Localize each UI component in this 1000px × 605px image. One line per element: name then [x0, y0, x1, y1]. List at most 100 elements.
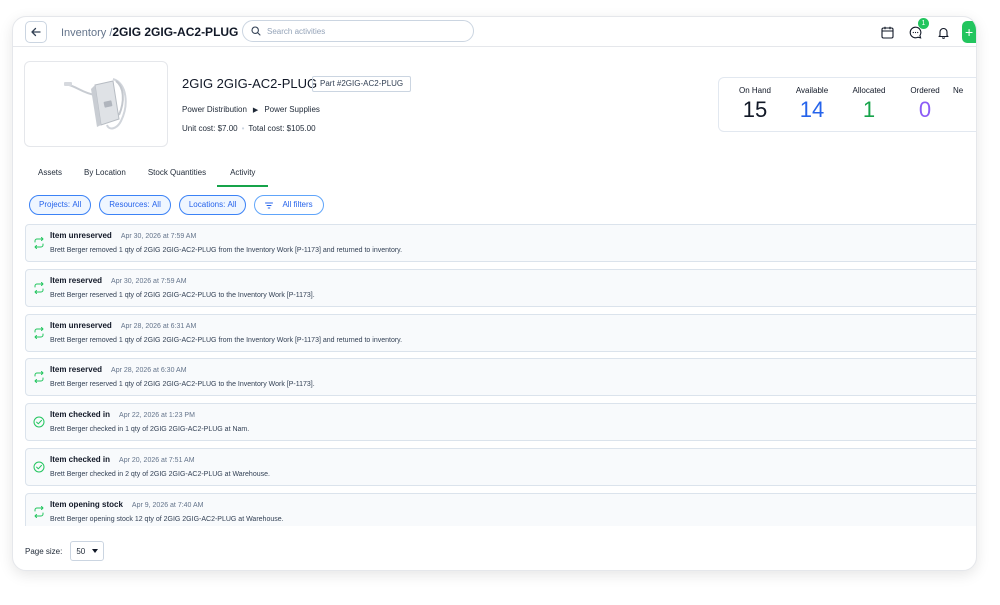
list-item: Item checked in Apr 22, 2026 at 1:23 PM B…	[25, 403, 976, 442]
tab-by-location[interactable]: By Location	[73, 165, 137, 187]
activity-time: Apr 9, 2026 at 7:40 AM	[131, 501, 204, 509]
activity-description: Brett Berger reserved 1 qty of 2GIG 2GIG…	[50, 291, 315, 299]
activity-title: Item checked in	[50, 454, 111, 464]
check-circle-icon	[33, 461, 45, 473]
stat-label: Ne	[953, 86, 964, 95]
stat-value: 15	[742, 97, 768, 122]
notifications-button[interactable]	[934, 23, 952, 41]
activity-time: Apr 22, 2026 at 1:23 PM	[119, 412, 195, 420]
filter-value: All	[72, 200, 82, 209]
activity-time: Apr 30, 2026 at 7:59 AM	[111, 277, 187, 285]
breadcrumb: Inventory /2GIG 2GIG-AC2-PLUG	[61, 25, 238, 39]
activity-description: Brett Berger checked in 2 qty of 2GIG 2G…	[50, 470, 270, 478]
stat-on-hand: On Hand 15	[725, 78, 785, 123]
back-button[interactable]	[25, 21, 47, 43]
projects-filter[interactable]: Projects: All	[29, 195, 92, 215]
swap-icon	[34, 281, 44, 294]
swap-icon	[34, 505, 44, 518]
all-filters-button[interactable]: All filters	[254, 195, 324, 215]
stat-allocated: Allocated 1	[839, 78, 899, 123]
tab-activity[interactable]: Activity	[217, 165, 269, 187]
list-item: Item reserved Apr 28, 2026 at 6:30 AM Bre…	[25, 358, 976, 397]
cost-summary: Unit cost: $7.00 • Total cost: $105.00	[182, 124, 316, 133]
check-circle-icon	[33, 416, 45, 428]
calendar-icon	[880, 26, 894, 39]
app-window: Inventory /2GIG 2GIG-AC2-PLUG 1 +	[12, 16, 977, 571]
stat-value: 1	[862, 97, 876, 122]
activity-time: Apr 20, 2026 at 7:51 AM	[119, 456, 195, 464]
filter-label: Locations:	[188, 200, 226, 209]
all-filters-label: All filters	[282, 200, 313, 209]
search-input[interactable]	[267, 26, 457, 36]
power-adapter-image	[64, 78, 127, 130]
filter-bar: Projects: All Resources: All Locations: …	[29, 195, 332, 215]
activity-time: Apr 28, 2026 at 6:31 AM	[120, 322, 197, 330]
arrow-left-icon	[31, 27, 41, 37]
product-image	[24, 61, 168, 147]
stat-truncated: Ne	[953, 78, 976, 97]
list-item: Item unreserved Apr 28, 2026 at 6:31 AM B…	[25, 313, 976, 352]
calendar-button[interactable]	[878, 23, 896, 41]
category-path: Power Distribution ▶ Power Supplies	[182, 105, 320, 114]
activity-title: Item reserved	[50, 365, 103, 375]
resources-filter[interactable]: Resources: All	[99, 195, 171, 215]
stat-label: Available	[795, 86, 829, 95]
activity-title: Item reserved	[50, 275, 103, 285]
category-label: Power Distribution	[182, 105, 247, 114]
activity-title: Item unreserved	[50, 320, 112, 330]
list-item: Item reserved Apr 30, 2026 at 7:59 AM Bre…	[25, 268, 976, 307]
search-icon	[251, 26, 261, 36]
activity-time: Apr 30, 2026 at 7:59 AM	[120, 233, 197, 240]
breadcrumb-current: 2GIG 2GIG-AC2-PLUG	[112, 25, 239, 39]
list-item: Item checked in Apr 20, 2026 at 7:51 AM B…	[25, 447, 976, 486]
page-size-control: Page size: 50	[25, 541, 105, 561]
activity-description: Brett Berger reserved 1 qty of 2GIG 2GIG…	[50, 381, 315, 389]
swap-icon	[34, 237, 44, 249]
activity-description: Brett Berger removed 1 qty of 2GIG 2GIG-…	[50, 336, 403, 344]
locations-filter[interactable]: Locations: All	[178, 195, 247, 215]
filter-value: All	[151, 200, 161, 209]
stat-ordered: Ordered 0	[895, 78, 955, 123]
filter-value: All	[227, 200, 237, 209]
search-box[interactable]	[242, 20, 474, 42]
page-size-select[interactable]: 50	[70, 541, 105, 561]
tab-stock-quantities[interactable]: Stock Quantities	[137, 165, 217, 187]
unit-cost: Unit cost: $7.00	[182, 124, 238, 133]
triangle-right-icon: ▶	[252, 106, 259, 114]
filter-label: Projects:	[39, 200, 71, 209]
stat-value: 0	[918, 97, 932, 122]
filter-icon	[265, 202, 274, 208]
activity-title: Item unreserved	[50, 231, 112, 240]
activity-description: Brett Berger opening stock 12 qty of 2GI…	[50, 515, 284, 523]
tab-assets[interactable]: Assets	[27, 165, 73, 187]
total-cost: Total cost: $105.00	[248, 124, 316, 133]
list-item: Item opening stock Apr 9, 2026 at 7:40 AM…	[25, 492, 976, 526]
stat-available: Available 14	[782, 78, 842, 123]
breadcrumb-inventory-link[interactable]: Inventory	[61, 27, 106, 39]
add-button[interactable]: +	[962, 21, 976, 43]
swap-icon	[34, 326, 44, 339]
part-number-tag: Part #2GIG-AC2-PLUG	[312, 76, 412, 92]
filter-label: Resources:	[109, 200, 150, 209]
stat-label: Ordered	[910, 86, 940, 95]
activity-title: Item checked in	[50, 410, 111, 420]
messages-button[interactable]: 1	[906, 18, 929, 41]
bell-icon	[937, 27, 949, 39]
subcategory-label: Power Supplies	[264, 105, 320, 114]
activity-time: Apr 28, 2026 at 6:30 AM	[111, 367, 187, 375]
list-item: Item unreserved Apr 30, 2026 at 7:59 AM B…	[25, 224, 976, 262]
stat-label: On Hand	[738, 86, 772, 95]
page-size-value: 50	[76, 546, 86, 556]
tab-bar: Assets By Location Stock Quantities Acti…	[27, 165, 269, 187]
caret-down-icon	[92, 549, 99, 553]
notification-badge: 1	[918, 18, 929, 29]
activity-title: Item opening stock	[50, 499, 123, 509]
stat-label: Allocated	[852, 86, 886, 95]
activity-description: Brett Berger removed 1 qty of 2GIG 2GIG-…	[50, 247, 403, 254]
stat-value: 14	[799, 97, 825, 122]
product-title: 2GIG 2GIG-AC2-PLUG	[182, 76, 318, 91]
activity-description: Brett Berger checked in 1 qty of 2GIG 2G…	[50, 426, 250, 434]
top-actions: 1 +	[878, 18, 976, 43]
activity-list[interactable]: Item unreserved Apr 30, 2026 at 7:59 AM B…	[25, 224, 976, 526]
bullet-separator: •	[241, 124, 245, 133]
